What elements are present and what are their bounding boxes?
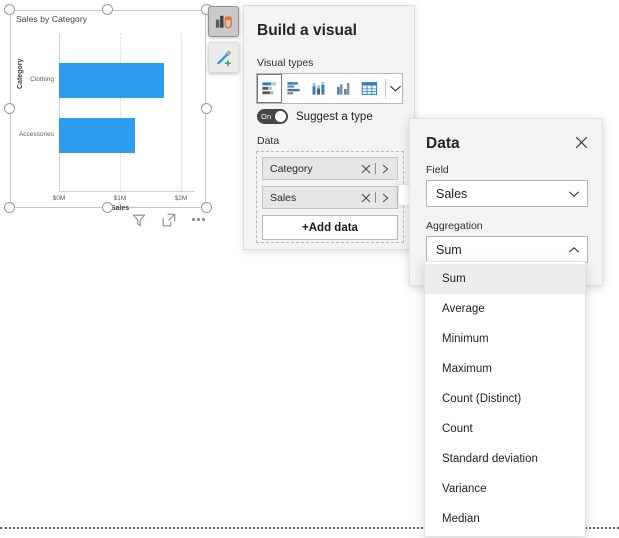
build-visual-icon [214, 12, 233, 31]
clustered-column-chart-icon[interactable] [332, 74, 357, 103]
aggregation-select[interactable]: Sum [426, 236, 588, 263]
chip-divider [375, 192, 376, 203]
visual-types-divider [385, 79, 386, 98]
aggregation-option-variance[interactable]: Variance [425, 474, 585, 504]
field-label: Field [426, 164, 449, 176]
field-chip-label: Category [270, 163, 359, 175]
chevron-down-icon[interactable] [566, 190, 581, 198]
data-flyout-title: Data [426, 135, 460, 153]
aggregation-option-maximum[interactable]: Maximum [425, 354, 585, 384]
field-select[interactable]: Sales [426, 180, 588, 207]
aggregation-option-sum[interactable]: Sum [425, 264, 585, 294]
ellipsis-dots [192, 218, 205, 221]
x-axis-line [59, 191, 195, 192]
chevron-up-icon[interactable] [566, 246, 581, 254]
close-icon[interactable] [572, 133, 591, 152]
toggle-state-label: On [261, 112, 271, 121]
toggle-knob [275, 111, 286, 122]
visual-pane-switcher[interactable] [208, 6, 239, 73]
resize-handle-top-center[interactable] [102, 4, 113, 15]
aggregation-option-standard-deviation[interactable]: Standard deviation [425, 444, 585, 474]
build-visual-button[interactable] [208, 6, 239, 37]
x-axis-title: Sales [111, 205, 129, 212]
gridline-2 [181, 33, 183, 191]
aggregation-option-count-distinct[interactable]: Count (Distinct) [425, 384, 585, 414]
field-options-chevron-right-icon[interactable] [378, 193, 392, 203]
bar-accessories[interactable]: Accessories [59, 118, 135, 153]
resize-handle-top-left[interactable] [4, 4, 15, 15]
y-axis-title: Category [17, 59, 24, 89]
stacked-bar-chart-icon[interactable] [257, 74, 282, 103]
suggest-a-type-label: Suggest a type [296, 111, 373, 123]
filter-icon[interactable] [130, 211, 147, 228]
more-options-icon[interactable] [190, 211, 207, 228]
suggest-a-type-row[interactable]: On Suggest a type [257, 109, 373, 124]
build-panel-title: Build a visual [257, 22, 357, 40]
build-a-visual-panel: Build a visual Visual types [243, 5, 415, 250]
bar-clothing[interactable]: Clothing [59, 63, 164, 98]
clustered-bar-chart-icon[interactable] [282, 74, 307, 103]
chip-divider [375, 163, 376, 174]
resize-handle-bottom-left[interactable] [4, 202, 15, 213]
field-chip-category[interactable]: Category [262, 157, 398, 180]
chart-plot-area: Clothing Accessories $0M $1M $2M Sales [59, 33, 194, 191]
data-field-well[interactable]: Category Sales +Add data [256, 151, 404, 243]
category-label-accessories: Accessories [19, 131, 54, 138]
x-tick-label-1: $1M [114, 195, 127, 202]
resize-handle-middle-left[interactable] [4, 103, 15, 114]
paintbrush-icon [214, 48, 233, 67]
field-options-chevron-right-icon[interactable] [378, 164, 392, 174]
gridline-1 [120, 33, 122, 191]
aggregation-option-average[interactable]: Average [425, 294, 585, 324]
format-visual-button[interactable] [208, 42, 239, 73]
suggest-a-type-toggle[interactable]: On [257, 109, 288, 124]
aggregation-label: Aggregation [426, 220, 483, 232]
x-tick-label-0: $0M [53, 195, 66, 202]
aggregation-option-minimum[interactable]: Minimum [425, 324, 585, 354]
x-tick-label-2: $2M [175, 195, 188, 202]
field-select-value: Sales [436, 187, 566, 201]
remove-field-icon[interactable] [359, 193, 373, 203]
table-visual-icon[interactable] [357, 74, 382, 103]
stacked-column-chart-icon[interactable] [307, 74, 332, 103]
aggregation-dropdown-list[interactable]: Sum Average Minimum Maximum Count (Disti… [424, 261, 586, 537]
visual-frame[interactable]: Sales by Category Category Clothing Acce… [10, 10, 206, 208]
remove-field-icon[interactable] [359, 164, 373, 174]
chart-title: Sales by Category [16, 14, 87, 24]
gridline-0 [59, 33, 61, 191]
visual-footer-toolbar[interactable] [130, 211, 207, 228]
resize-handle-middle-right[interactable] [201, 103, 212, 114]
power-bi-visual-editor: Sales by Category Category Clothing Acce… [0, 0, 619, 538]
aggregation-option-median[interactable]: Median [425, 504, 585, 534]
resize-handle-bottom-center[interactable] [102, 202, 113, 213]
category-label-clothing: Clothing [30, 76, 54, 83]
field-chip-sales[interactable]: Sales [262, 186, 398, 209]
data-section-label: Data [257, 135, 279, 147]
selected-visual-container[interactable]: Sales by Category Category Clothing Acce… [10, 10, 206, 208]
visual-types-strip[interactable] [256, 73, 403, 104]
more-visual-types-chevron-down-icon[interactable] [388, 84, 402, 93]
visual-types-label: Visual types [257, 57, 313, 69]
focus-mode-icon[interactable] [160, 211, 177, 228]
field-chip-label: Sales [270, 192, 359, 204]
add-data-button[interactable]: +Add data [262, 215, 398, 240]
aggregation-option-count[interactable]: Count [425, 414, 585, 444]
aggregation-select-value: Sum [436, 243, 566, 257]
